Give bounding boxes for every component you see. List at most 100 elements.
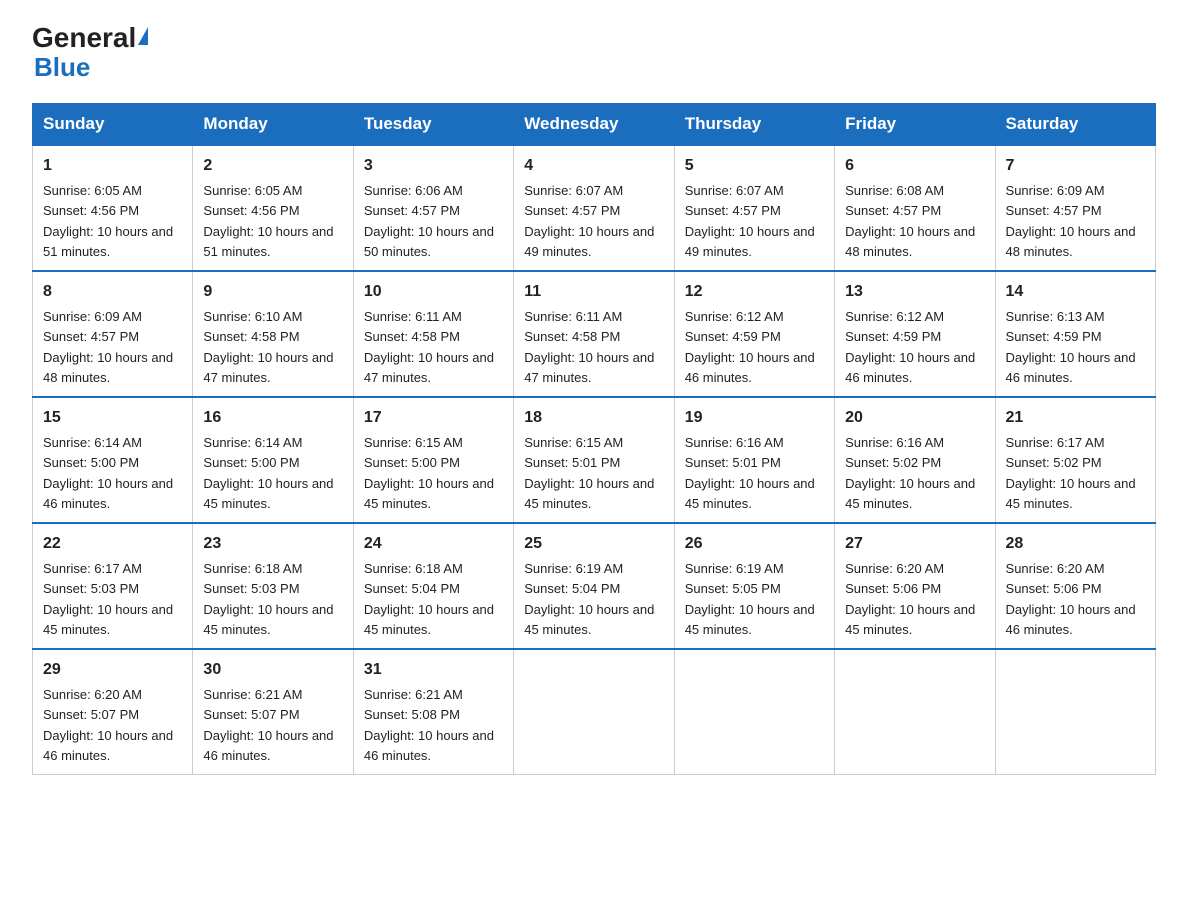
day-info: Sunrise: 6:08 AMSunset: 4:57 PMDaylight:…: [845, 183, 975, 259]
day-info: Sunrise: 6:11 AMSunset: 4:58 PMDaylight:…: [364, 309, 494, 385]
day-number: 21: [1006, 406, 1145, 430]
week-row-1: 1 Sunrise: 6:05 AMSunset: 4:56 PMDayligh…: [33, 145, 1156, 271]
day-number: 23: [203, 532, 342, 556]
day-number: 27: [845, 532, 984, 556]
day-cell: 1 Sunrise: 6:05 AMSunset: 4:56 PMDayligh…: [33, 145, 193, 271]
day-info: Sunrise: 6:07 AMSunset: 4:57 PMDaylight:…: [685, 183, 815, 259]
day-cell: 2 Sunrise: 6:05 AMSunset: 4:56 PMDayligh…: [193, 145, 353, 271]
day-info: Sunrise: 6:20 AMSunset: 5:06 PMDaylight:…: [845, 561, 975, 637]
day-cell: 24 Sunrise: 6:18 AMSunset: 5:04 PMDaylig…: [353, 523, 513, 649]
day-cell: 3 Sunrise: 6:06 AMSunset: 4:57 PMDayligh…: [353, 145, 513, 271]
day-info: Sunrise: 6:15 AMSunset: 5:00 PMDaylight:…: [364, 435, 494, 511]
day-cell: 20 Sunrise: 6:16 AMSunset: 5:02 PMDaylig…: [835, 397, 995, 523]
day-cell: 30 Sunrise: 6:21 AMSunset: 5:07 PMDaylig…: [193, 649, 353, 775]
day-info: Sunrise: 6:05 AMSunset: 4:56 PMDaylight:…: [203, 183, 333, 259]
day-info: Sunrise: 6:12 AMSunset: 4:59 PMDaylight:…: [845, 309, 975, 385]
day-cell: 23 Sunrise: 6:18 AMSunset: 5:03 PMDaylig…: [193, 523, 353, 649]
day-info: Sunrise: 6:21 AMSunset: 5:08 PMDaylight:…: [364, 687, 494, 763]
day-number: 9: [203, 280, 342, 304]
header-cell-tuesday: Tuesday: [353, 104, 513, 146]
header-cell-thursday: Thursday: [674, 104, 834, 146]
week-row-2: 8 Sunrise: 6:09 AMSunset: 4:57 PMDayligh…: [33, 271, 1156, 397]
calendar-body: 1 Sunrise: 6:05 AMSunset: 4:56 PMDayligh…: [33, 145, 1156, 775]
day-number: 3: [364, 154, 503, 178]
day-info: Sunrise: 6:18 AMSunset: 5:03 PMDaylight:…: [203, 561, 333, 637]
day-cell: 12 Sunrise: 6:12 AMSunset: 4:59 PMDaylig…: [674, 271, 834, 397]
day-number: 4: [524, 154, 663, 178]
logo: General Blue: [32, 24, 148, 83]
day-cell: 9 Sunrise: 6:10 AMSunset: 4:58 PMDayligh…: [193, 271, 353, 397]
day-cell: 21 Sunrise: 6:17 AMSunset: 5:02 PMDaylig…: [995, 397, 1155, 523]
day-info: Sunrise: 6:14 AMSunset: 5:00 PMDaylight:…: [43, 435, 173, 511]
day-info: Sunrise: 6:20 AMSunset: 5:06 PMDaylight:…: [1006, 561, 1136, 637]
day-cell: 26 Sunrise: 6:19 AMSunset: 5:05 PMDaylig…: [674, 523, 834, 649]
day-info: Sunrise: 6:09 AMSunset: 4:57 PMDaylight:…: [43, 309, 173, 385]
day-cell: 25 Sunrise: 6:19 AMSunset: 5:04 PMDaylig…: [514, 523, 674, 649]
day-number: 15: [43, 406, 182, 430]
day-cell: 18 Sunrise: 6:15 AMSunset: 5:01 PMDaylig…: [514, 397, 674, 523]
day-number: 26: [685, 532, 824, 556]
day-info: Sunrise: 6:09 AMSunset: 4:57 PMDaylight:…: [1006, 183, 1136, 259]
day-cell: [995, 649, 1155, 775]
day-info: Sunrise: 6:13 AMSunset: 4:59 PMDaylight:…: [1006, 309, 1136, 385]
day-info: Sunrise: 6:16 AMSunset: 5:01 PMDaylight:…: [685, 435, 815, 511]
day-cell: 4 Sunrise: 6:07 AMSunset: 4:57 PMDayligh…: [514, 145, 674, 271]
day-cell: 27 Sunrise: 6:20 AMSunset: 5:06 PMDaylig…: [835, 523, 995, 649]
day-cell: [514, 649, 674, 775]
day-number: 30: [203, 658, 342, 682]
day-info: Sunrise: 6:06 AMSunset: 4:57 PMDaylight:…: [364, 183, 494, 259]
day-cell: 16 Sunrise: 6:14 AMSunset: 5:00 PMDaylig…: [193, 397, 353, 523]
day-info: Sunrise: 6:21 AMSunset: 5:07 PMDaylight:…: [203, 687, 333, 763]
day-cell: 8 Sunrise: 6:09 AMSunset: 4:57 PMDayligh…: [33, 271, 193, 397]
header-row: SundayMondayTuesdayWednesdayThursdayFrid…: [33, 104, 1156, 146]
day-number: 6: [845, 154, 984, 178]
day-number: 1: [43, 154, 182, 178]
day-info: Sunrise: 6:11 AMSunset: 4:58 PMDaylight:…: [524, 309, 654, 385]
logo-triangle-icon: [138, 27, 148, 45]
day-number: 11: [524, 280, 663, 304]
day-number: 12: [685, 280, 824, 304]
day-info: Sunrise: 6:07 AMSunset: 4:57 PMDaylight:…: [524, 183, 654, 259]
day-cell: 29 Sunrise: 6:20 AMSunset: 5:07 PMDaylig…: [33, 649, 193, 775]
day-number: 18: [524, 406, 663, 430]
day-cell: [674, 649, 834, 775]
page-header: General Blue: [32, 24, 1156, 83]
logo-general-text: General: [32, 24, 136, 52]
day-cell: 13 Sunrise: 6:12 AMSunset: 4:59 PMDaylig…: [835, 271, 995, 397]
day-number: 5: [685, 154, 824, 178]
day-info: Sunrise: 6:17 AMSunset: 5:03 PMDaylight:…: [43, 561, 173, 637]
week-row-4: 22 Sunrise: 6:17 AMSunset: 5:03 PMDaylig…: [33, 523, 1156, 649]
day-cell: 10 Sunrise: 6:11 AMSunset: 4:58 PMDaylig…: [353, 271, 513, 397]
day-info: Sunrise: 6:05 AMSunset: 4:56 PMDaylight:…: [43, 183, 173, 259]
day-cell: 17 Sunrise: 6:15 AMSunset: 5:00 PMDaylig…: [353, 397, 513, 523]
day-cell: 15 Sunrise: 6:14 AMSunset: 5:00 PMDaylig…: [33, 397, 193, 523]
day-number: 2: [203, 154, 342, 178]
week-row-5: 29 Sunrise: 6:20 AMSunset: 5:07 PMDaylig…: [33, 649, 1156, 775]
day-cell: 7 Sunrise: 6:09 AMSunset: 4:57 PMDayligh…: [995, 145, 1155, 271]
day-number: 17: [364, 406, 503, 430]
logo-blue-text: Blue: [34, 52, 90, 83]
day-number: 19: [685, 406, 824, 430]
day-info: Sunrise: 6:19 AMSunset: 5:05 PMDaylight:…: [685, 561, 815, 637]
header-cell-sunday: Sunday: [33, 104, 193, 146]
header-cell-monday: Monday: [193, 104, 353, 146]
day-number: 22: [43, 532, 182, 556]
day-info: Sunrise: 6:16 AMSunset: 5:02 PMDaylight:…: [845, 435, 975, 511]
day-number: 8: [43, 280, 182, 304]
day-info: Sunrise: 6:18 AMSunset: 5:04 PMDaylight:…: [364, 561, 494, 637]
day-info: Sunrise: 6:15 AMSunset: 5:01 PMDaylight:…: [524, 435, 654, 511]
day-number: 13: [845, 280, 984, 304]
day-cell: 28 Sunrise: 6:20 AMSunset: 5:06 PMDaylig…: [995, 523, 1155, 649]
day-number: 24: [364, 532, 503, 556]
day-cell: 6 Sunrise: 6:08 AMSunset: 4:57 PMDayligh…: [835, 145, 995, 271]
calendar-table: SundayMondayTuesdayWednesdayThursdayFrid…: [32, 103, 1156, 775]
day-cell: 11 Sunrise: 6:11 AMSunset: 4:58 PMDaylig…: [514, 271, 674, 397]
header-cell-wednesday: Wednesday: [514, 104, 674, 146]
day-info: Sunrise: 6:10 AMSunset: 4:58 PMDaylight:…: [203, 309, 333, 385]
day-info: Sunrise: 6:19 AMSunset: 5:04 PMDaylight:…: [524, 561, 654, 637]
day-number: 31: [364, 658, 503, 682]
day-number: 20: [845, 406, 984, 430]
day-number: 28: [1006, 532, 1145, 556]
day-number: 25: [524, 532, 663, 556]
day-cell: 22 Sunrise: 6:17 AMSunset: 5:03 PMDaylig…: [33, 523, 193, 649]
